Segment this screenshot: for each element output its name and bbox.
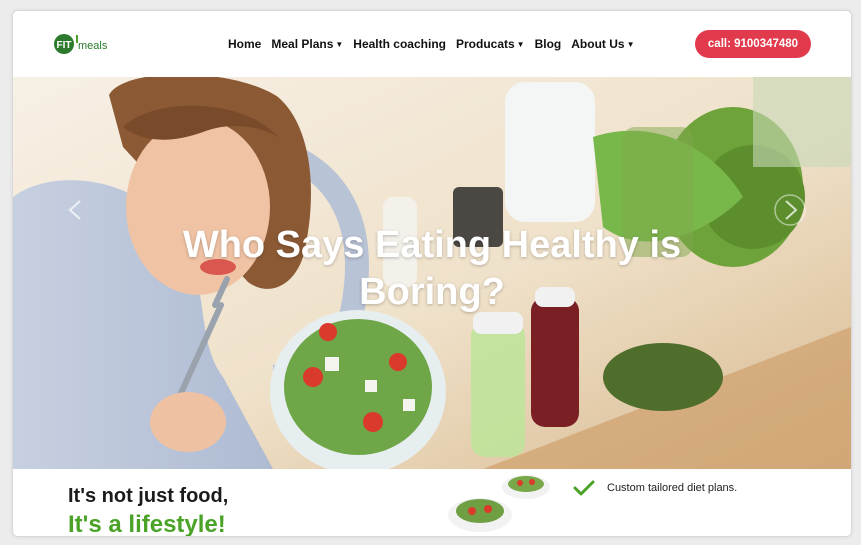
feature-text: Custom tailored diet plans.: [607, 482, 738, 494]
tagline-line1: It's not just food,: [68, 485, 229, 507]
nav-blog-label: Blog: [534, 37, 562, 51]
nav-meal-plans[interactable]: Meal Plans ▼: [271, 37, 343, 51]
nav-health-coaching[interactable]: Health coaching: [353, 37, 446, 51]
nav-home[interactable]: Home: [228, 37, 261, 51]
hero-title-line1: Who Says Eating Healthy is: [182, 224, 682, 266]
hero-title-line2: Boring?: [359, 271, 505, 313]
svg-text:FIT: FIT: [57, 40, 72, 51]
page-frame: FIT meals Home Meal Plans ▼ Health coachi…: [12, 10, 852, 537]
svg-text:meals: meals: [78, 40, 108, 52]
nav-products-label: Producats: [455, 37, 515, 51]
navbar: FIT meals Home Meal Plans ▼ Health coachi…: [13, 11, 851, 77]
nav-about-us-label: About Us: [571, 37, 625, 51]
call-button[interactable]: call: 9100347480: [695, 30, 811, 58]
hero-carousel: Who Says Eating Healthy is Boring?: [13, 77, 851, 469]
nav-home-label: Home: [228, 37, 262, 51]
salad-plates-image: [448, 475, 550, 532]
caret-down-icon: ▼: [335, 40, 344, 50]
caret-down-icon: ▼: [516, 40, 525, 50]
nav-products[interactable]: Producats ▼: [456, 37, 525, 51]
logo[interactable]: FIT meals: [53, 32, 111, 56]
nav-about-us[interactable]: About Us ▼: [571, 37, 634, 51]
nav-blog[interactable]: Blog: [535, 37, 562, 51]
intro-section: It's not just food, It's a lifestyle! Cu…: [13, 469, 851, 536]
tagline-line2: It's a lifestyle!: [68, 511, 226, 537]
nav-health-coaching-label: Health coaching: [353, 37, 446, 51]
hero-title: Who Says Eating Healthy is Boring?: [13, 222, 851, 316]
caret-down-icon: ▼: [626, 40, 635, 50]
feature-item: Custom tailored diet plans.: [573, 480, 737, 496]
nav-meal-plans-label: Meal Plans: [271, 37, 334, 51]
main-menu: Home Meal Plans ▼ Health coaching Produca…: [228, 37, 635, 51]
check-icon: [573, 480, 595, 496]
